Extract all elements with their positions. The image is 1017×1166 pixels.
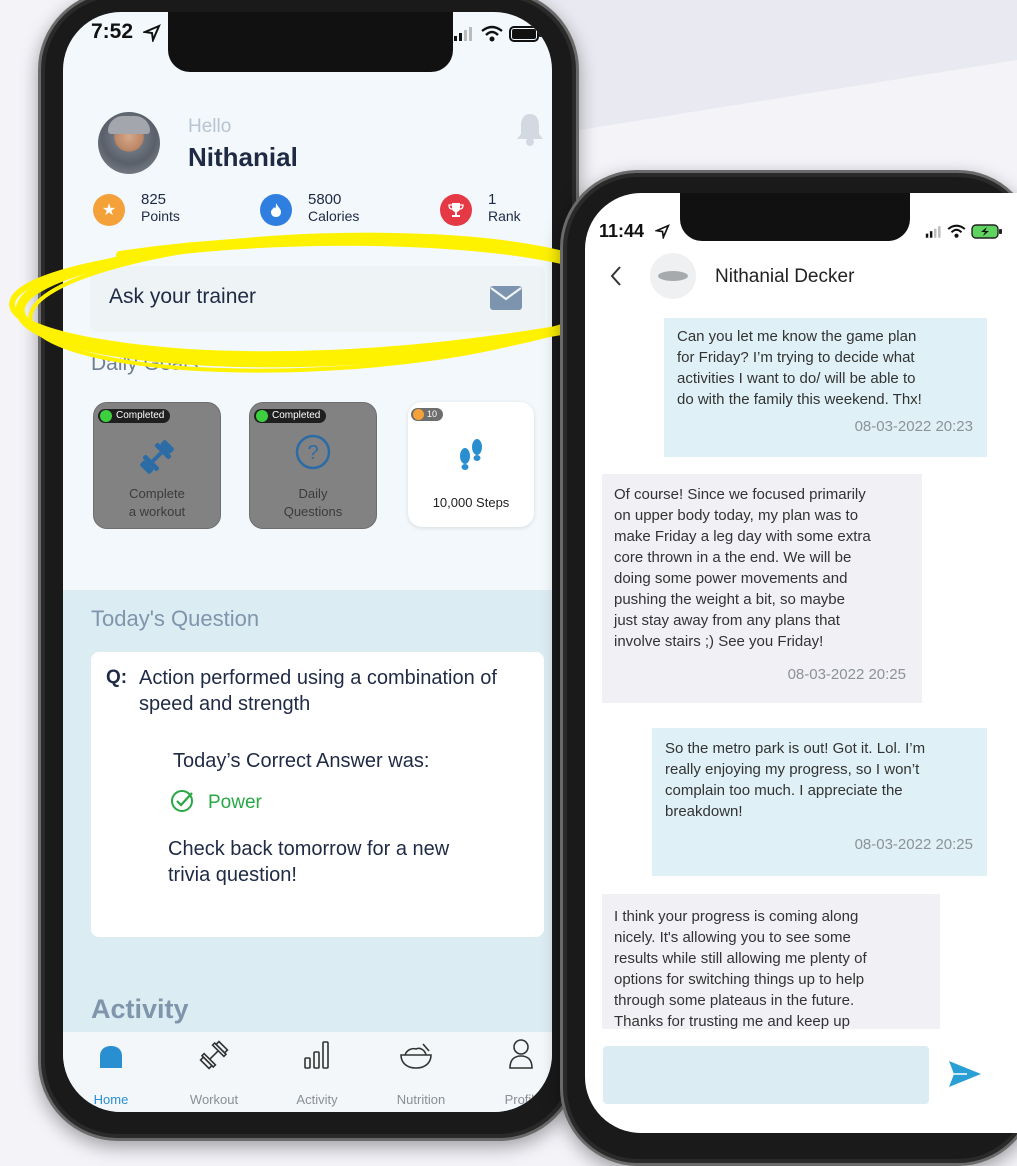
message-timestamp: 08-03-2022 20:23: [854, 418, 973, 435]
battery-icon: [509, 26, 542, 42]
trainer-avatar[interactable]: [650, 253, 696, 299]
coin-icon: [413, 409, 424, 420]
user-name: Nithanial: [188, 142, 298, 172]
nav-workout-label: Workout: [189, 1092, 239, 1107]
message-text: So the metro park is out! Got it. Lol. I…: [665, 740, 926, 820]
rank-value: 1: [488, 191, 497, 208]
left-notch: [168, 12, 453, 72]
points-badge: 10: [411, 408, 444, 421]
right-phone-screen: 11:44 Nithanial Decker Can you let me kn…: [585, 193, 1017, 1133]
message-timestamp: 08-03-2022 20:25: [787, 666, 906, 683]
question-footer-line2: trivia question!: [168, 864, 297, 886]
avatar[interactable]: [98, 112, 160, 174]
activity-title: Activity: [91, 994, 189, 1024]
dumbbell-icon: [140, 440, 174, 474]
question-section-title: Today's Question: [91, 606, 260, 631]
question-text-line2: speed and strength: [139, 693, 311, 715]
bowl-icon: [400, 1043, 432, 1069]
message-received: I think your progress is coming along ni…: [602, 894, 940, 1029]
calories-value: 5800: [308, 191, 342, 208]
signal-icon: [925, 226, 941, 238]
question-text-line1: Action performed using a combination of: [139, 667, 497, 689]
nav-nutrition-label: Nutrition: [396, 1092, 446, 1107]
answer-heading: Today’s Correct Answer was:: [173, 750, 430, 772]
location-arrow-icon: [143, 24, 161, 42]
left-phone-screen: 7:52 Hello Nithanial ★ 825 Points 5800 C…: [63, 12, 552, 1112]
message-input[interactable]: [603, 1046, 929, 1104]
user-icon: [509, 1039, 533, 1069]
bell-icon[interactable]: [515, 112, 545, 146]
message-text: Can you let me know the game plan for Fr…: [677, 328, 922, 408]
question-footer-line1: Check back tomorrow for a new: [168, 838, 450, 860]
question-icon: ?: [295, 434, 331, 470]
home-icon: [100, 1046, 122, 1068]
nav-profile-label: Profile: [504, 1092, 542, 1107]
right-status-time: 11:44: [599, 221, 645, 241]
bar-chart-icon: [304, 1041, 329, 1069]
chat-contact-name: Nithanial Decker: [715, 266, 855, 287]
message-timestamp: 08-03-2022 20:25: [854, 836, 973, 853]
goal-tile-steps[interactable]: 10 10,000 Steps: [408, 402, 534, 527]
message-text: I think your progress is coming along ni…: [614, 908, 867, 1029]
check-circle-icon: [171, 790, 193, 812]
greeting-hello: Hello: [188, 116, 232, 137]
completed-badge: Completed: [254, 409, 327, 423]
status-time: 7:52: [91, 20, 134, 43]
highlight-scribble: [9, 232, 627, 373]
battery-charging-icon: [971, 224, 1002, 239]
correct-answer: Power: [208, 792, 262, 813]
goal-label: 10,000 Steps: [432, 495, 510, 510]
dumbbell-icon: [199, 1040, 229, 1070]
footsteps-icon: [460, 439, 482, 470]
completed-badge: Completed: [98, 409, 171, 423]
goal-label-line1: Daily: [298, 486, 328, 501]
location-arrow-icon: [655, 224, 670, 239]
send-icon[interactable]: [947, 1059, 983, 1089]
wifi-icon: [947, 224, 966, 238]
message-sent: So the metro park is out! Got it. Lol. I…: [652, 728, 987, 876]
goal-label-line2: a workout: [128, 504, 186, 519]
wifi-icon: [481, 25, 503, 42]
goal-tile-workout[interactable]: Completed Complete a workout: [93, 402, 221, 529]
back-chevron-icon[interactable]: [609, 265, 623, 287]
svg-text:?: ?: [307, 442, 318, 464]
signal-icon: [454, 27, 472, 41]
nav-activity-label: Activity: [296, 1092, 338, 1107]
goal-tile-questions[interactable]: Completed ? Daily Questions: [249, 402, 377, 529]
message-sent: Can you let me know the game plan for Fr…: [664, 318, 987, 457]
nav-home-label: Home: [93, 1092, 129, 1107]
message-received: Of course! Since we focused primarily on…: [602, 474, 922, 703]
message-text: Of course! Since we focused primarily on…: [614, 486, 871, 650]
question-prefix: Q:: [106, 667, 128, 688]
points-value: 825: [141, 191, 167, 208]
right-notch: [680, 193, 910, 241]
goal-label-line1: Complete: [129, 486, 185, 501]
goal-label-line2: Questions: [283, 504, 343, 519]
